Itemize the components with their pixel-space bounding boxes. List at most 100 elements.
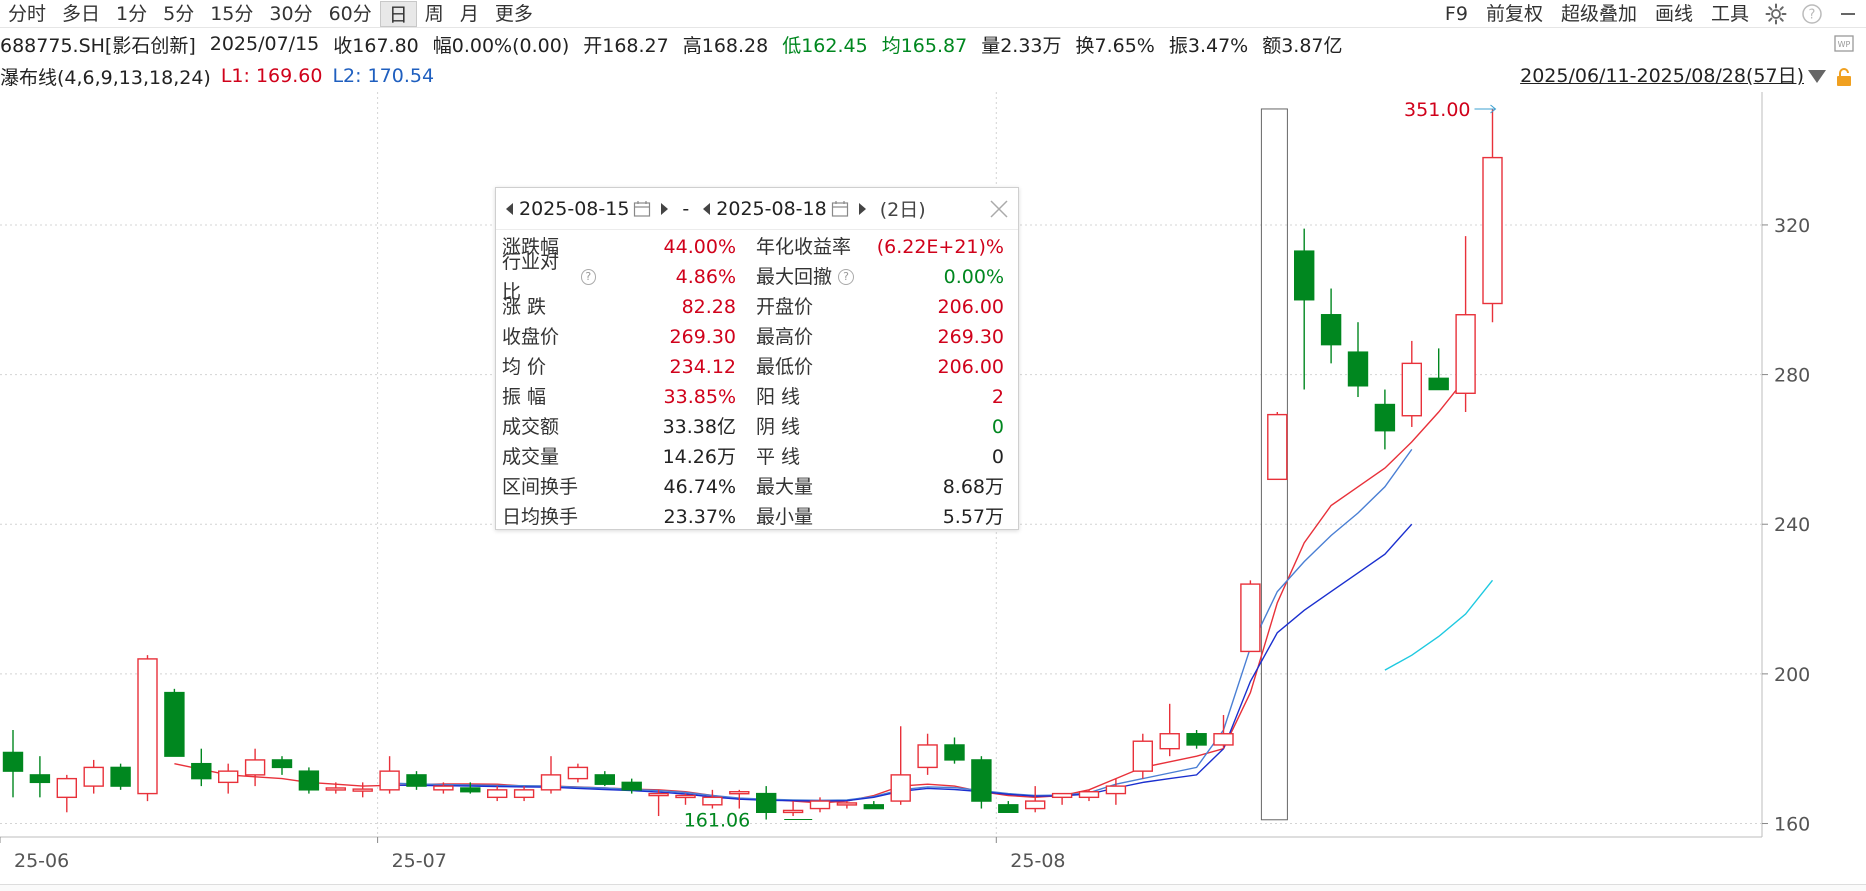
candle-body[interactable] <box>164 691 185 757</box>
candle-body[interactable] <box>487 789 508 799</box>
calendar-icon[interactable] <box>831 200 849 218</box>
candle-body[interactable] <box>217 770 239 784</box>
candle-body[interactable] <box>325 787 346 791</box>
stat-value: 33.38亿 <box>596 412 746 442</box>
candle-body[interactable] <box>648 792 669 797</box>
prev-date-to-icon[interactable] <box>703 202 711 215</box>
candle-body[interactable] <box>1078 791 1100 799</box>
date-separator: - <box>682 197 690 220</box>
stat-value-text: 2 <box>991 386 1004 408</box>
candle-body[interactable] <box>29 774 51 784</box>
candle-body[interactable] <box>244 759 266 776</box>
period-tab[interactable]: 多日 <box>54 1 108 27</box>
candle-body[interactable] <box>1428 377 1449 391</box>
date-range-selector[interactable]: 2025/06/11-2025/08/28(57日) <box>1520 62 1804 90</box>
candle-body[interactable] <box>1293 250 1315 301</box>
period-tab[interactable]: 日 <box>379 0 417 27</box>
stat-value-text: 206.00 <box>937 296 1004 318</box>
candle-body[interactable] <box>379 770 400 791</box>
candle-body[interactable] <box>1374 403 1396 432</box>
wp-icon[interactable]: WP <box>1832 32 1856 56</box>
toolbar-button[interactable]: 超级叠加 <box>1552 1 1646 27</box>
period-tab[interactable]: 月 <box>452 1 487 27</box>
candle-body[interactable] <box>809 800 831 810</box>
candle-body[interactable] <box>1267 413 1288 481</box>
candle-body[interactable] <box>191 762 212 780</box>
candle-body[interactable] <box>1240 583 1261 653</box>
period-tab[interactable]: 30分 <box>261 1 320 27</box>
candle-body[interactable] <box>1401 362 1423 417</box>
candle-body[interactable] <box>2 751 24 772</box>
candle-body[interactable] <box>729 791 750 795</box>
period-tab[interactable]: 更多 <box>487 1 541 27</box>
candle-body[interactable] <box>352 788 373 792</box>
candle-body[interactable] <box>110 766 131 787</box>
candle-body[interactable] <box>1213 733 1234 746</box>
indicator-name[interactable]: 瀑布线(4,6,9,13,18,24) <box>0 63 211 90</box>
period-tab[interactable]: 1分 <box>108 1 155 27</box>
y-tick-label: 280 <box>1774 365 1810 387</box>
period-tab[interactable]: 分时 <box>0 1 54 27</box>
quote-low: 低162.45 <box>782 34 868 57</box>
candle-body[interactable] <box>1455 314 1476 394</box>
candle-body[interactable] <box>137 658 158 795</box>
candle-body[interactable] <box>944 744 965 761</box>
candle-body[interactable] <box>756 792 777 813</box>
calendar-icon[interactable] <box>633 200 651 218</box>
candle-body[interactable] <box>567 766 589 780</box>
candle-body[interactable] <box>1320 314 1342 346</box>
date-from[interactable]: 2025-08-15 <box>519 198 629 220</box>
help-icon[interactable]: ? <box>580 269 596 285</box>
candle-body[interactable] <box>513 789 535 799</box>
help-icon[interactable]: ? <box>838 269 855 285</box>
help-icon[interactable]: ? <box>1800 2 1824 26</box>
period-tab[interactable]: 周 <box>417 1 452 27</box>
candle-body[interactable] <box>460 787 481 793</box>
candle-body[interactable] <box>298 770 320 791</box>
candle-body[interactable] <box>1051 792 1073 799</box>
candle-body[interactable] <box>1159 733 1180 750</box>
stat-value-text: (6.22E+21)% <box>876 236 1004 258</box>
candle-body[interactable] <box>1347 351 1369 387</box>
period-tab[interactable]: 60分 <box>321 1 380 27</box>
candle-body[interactable] <box>971 759 992 802</box>
toolbar-button[interactable]: 工具 <box>1702 1 1758 27</box>
candle-body[interactable] <box>917 744 938 769</box>
close-icon[interactable] <box>988 198 1010 220</box>
candle-body[interactable] <box>1024 800 1046 810</box>
candle-body[interactable] <box>863 804 884 810</box>
candle-body[interactable] <box>1186 733 1207 746</box>
candle-body[interactable] <box>56 777 77 799</box>
stat-label-text: 阳 线 <box>756 386 801 408</box>
candle-body[interactable] <box>1105 785 1127 795</box>
toolbar-button[interactable]: 画线 <box>1646 1 1702 27</box>
candle-body[interactable] <box>83 766 104 787</box>
quote-info-row: 688775.SH[影石创新] 2025/07/15 收167.80 幅0.00… <box>0 30 1357 58</box>
candle-body[interactable] <box>406 774 427 787</box>
toolbar-button[interactable]: 前复权 <box>1477 1 1552 27</box>
candle-body[interactable] <box>702 796 723 806</box>
next-date-to-icon[interactable] <box>858 202 866 215</box>
candle-body[interactable] <box>1132 740 1154 772</box>
period-tab[interactable]: 15分 <box>202 1 261 27</box>
candle-body[interactable] <box>782 809 804 814</box>
minimize-icon[interactable] <box>1836 2 1860 26</box>
candle-body[interactable] <box>998 804 1019 813</box>
lock-icon[interactable] <box>1834 66 1854 88</box>
candle-body[interactable] <box>594 774 615 785</box>
candle-body[interactable] <box>890 774 911 802</box>
candle-body[interactable] <box>621 781 642 791</box>
period-tab[interactable]: 5分 <box>155 1 202 27</box>
next-date-from-icon[interactable] <box>661 202 669 215</box>
prev-date-from-icon[interactable] <box>506 202 513 215</box>
date-to[interactable]: 2025-08-18 <box>716 198 826 220</box>
toolbar-button[interactable]: F9 <box>1436 1 1477 27</box>
range-dropdown-icon[interactable] <box>1808 70 1826 83</box>
candle-body[interactable] <box>1482 156 1503 305</box>
candle-body[interactable] <box>540 774 562 791</box>
candle-body[interactable] <box>675 794 696 799</box>
candle-body[interactable] <box>836 802 858 806</box>
candle-body[interactable] <box>271 759 293 769</box>
gear-icon[interactable] <box>1764 2 1788 26</box>
candle-body[interactable] <box>433 785 454 791</box>
